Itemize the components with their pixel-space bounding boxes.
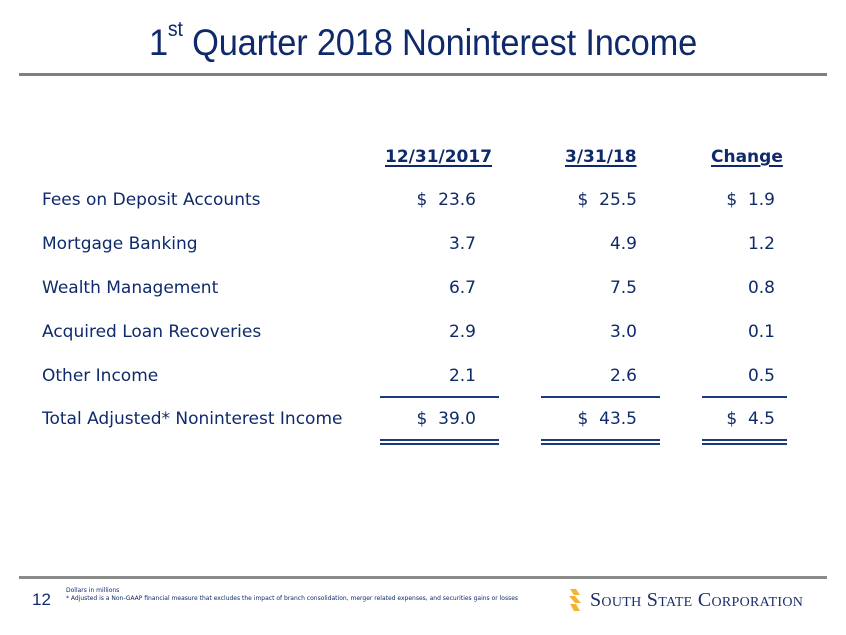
subtotal-line: [541, 396, 660, 398]
cell-3-31-18: 7.5: [609, 278, 637, 298]
total-change: $ 4.5: [726, 409, 775, 429]
cell-12-31-2017: 3.7: [448, 234, 476, 254]
row-label: Mortgage Banking: [42, 234, 198, 254]
cell-change: 0.1: [747, 322, 775, 342]
title-text: Quarter 2018 Noninterest Income: [182, 22, 698, 63]
row-label: Wealth Management: [42, 278, 219, 298]
cell-change: 0.8: [747, 278, 775, 298]
total-double-underline: [702, 439, 787, 445]
column-header-12-31-2017: 12/31/2017: [385, 147, 493, 167]
cell-3-31-18: 2.6: [609, 366, 637, 386]
footnote-units: Dollars in millions: [66, 587, 120, 594]
slide-title: 1st Quarter 2018 Noninterest Income: [30, 18, 817, 64]
footnote: Dollars in millions * Adjusted is a Non-…: [66, 587, 526, 603]
cell-change: 0.5: [747, 366, 775, 386]
top-divider: [19, 73, 827, 76]
subtotal-line: [702, 396, 787, 398]
row-label: Acquired Loan Recoveries: [42, 322, 262, 342]
cell-change: 1.2: [747, 234, 775, 254]
cell-12-31-2017: 6.7: [448, 278, 476, 298]
bottom-divider: [19, 576, 827, 579]
stacked-s-icon: [569, 589, 581, 611]
cell-3-31-18: 3.0: [609, 322, 637, 342]
cell-12-31-2017: $ 23.6: [416, 190, 476, 210]
row-label: Fees on Deposit Accounts: [42, 190, 261, 210]
row-label: Other Income: [42, 366, 159, 386]
title-prefix: 1: [148, 22, 168, 63]
subtotal-line: [380, 396, 499, 398]
total-double-underline: [380, 439, 499, 445]
company-logo: South State Corporation: [566, 587, 803, 613]
cell-change: $ 1.9: [726, 190, 775, 210]
column-header-change: Change: [711, 147, 783, 167]
company-name: South State Corporation: [590, 588, 804, 611]
total-label: Total Adjusted* Noninterest Income: [42, 409, 343, 429]
total-double-underline: [541, 439, 660, 445]
cell-12-31-2017: 2.1: [448, 366, 476, 386]
total-3-31-18: $ 43.5: [577, 409, 637, 429]
cell-3-31-18: 4.9: [609, 234, 637, 254]
page-number: 12: [32, 590, 51, 609]
cell-3-31-18: $ 25.5: [577, 190, 637, 210]
total-12-31-2017: $ 39.0: [416, 409, 476, 429]
title-superscript: st: [167, 18, 183, 41]
footnote-adjusted: * Adjusted is a Non-GAAP financial measu…: [66, 595, 519, 602]
cell-12-31-2017: 2.9: [448, 322, 476, 342]
column-header-3-31-18: 3/31/18: [565, 147, 637, 167]
